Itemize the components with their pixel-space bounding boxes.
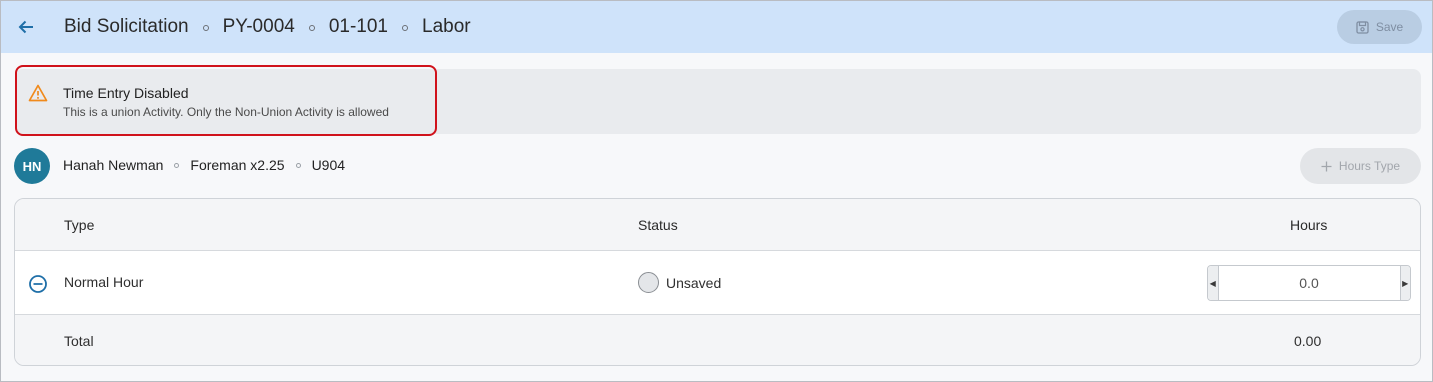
avatar: HN [14,148,50,184]
hours-stepper: ◀ ▶ [1207,265,1411,301]
info-separator [295,163,301,168]
arrow-left-icon [18,20,33,34]
column-header-status: Status [638,217,678,233]
decrement-button[interactable]: ◀ [1208,266,1219,300]
add-hours-type-button[interactable]: Hours Type [1300,148,1421,184]
total-label: Total [64,333,94,349]
save-icon [1356,20,1369,34]
remove-circle-icon[interactable] [28,274,48,294]
save-label: Save [1375,20,1404,34]
row-status: Unsaved [666,275,722,291]
breadcrumb-separator [402,25,408,31]
status-indicator-icon [638,272,659,293]
increment-button[interactable]: ▶ [1399,266,1410,300]
header-bar: Bid Solicitation PY-0004 01-101 Labor Sa… [1,1,1432,53]
column-header-hours: Hours [1290,217,1328,233]
breadcrumb: Bid Solicitation PY-0004 01-101 Labor [64,1,471,53]
alert-message: This is a union Activity. Only the Non-U… [63,105,389,119]
breadcrumb-item: Labor [422,16,471,37]
worker-info: Hanah Newman Foreman x2.25 U904 [63,155,345,175]
breadcrumb-item: Bid Solicitation [64,16,189,37]
alert-title: Time Entry Disabled [63,85,189,101]
plus-icon [1321,161,1332,171]
hours-type-label: Hours Type [1338,159,1401,173]
breadcrumb-separator [202,25,209,31]
worker-name: Hanah Newman [63,157,164,173]
total-value: 0.00 [1294,333,1322,349]
save-button[interactable]: Save [1337,10,1422,44]
breadcrumb-item: 01-101 [328,16,388,37]
back-button[interactable] [13,14,39,40]
table-row: Normal Hour Unsaved ◀ ▶ [15,251,1420,315]
warning-icon [28,84,48,102]
worker-role: Foreman x2.25 [190,157,285,173]
breadcrumb-item: PY-0004 [222,16,295,37]
caret-left-icon: ◀ [1209,278,1216,288]
row-type: Normal Hour [64,274,144,290]
breadcrumb-separator [308,25,315,31]
hours-table: Type Status Hours Normal Hour Unsaved ◀ … [14,198,1421,366]
hours-input[interactable] [1218,266,1400,300]
info-separator [174,163,180,168]
worker-code: U904 [311,157,346,173]
column-header-type: Type [64,217,95,233]
total-row: Total 0.00 [15,316,1420,365]
caret-right-icon: ▶ [1402,278,1409,288]
table-header: Type Status Hours [15,199,1420,251]
